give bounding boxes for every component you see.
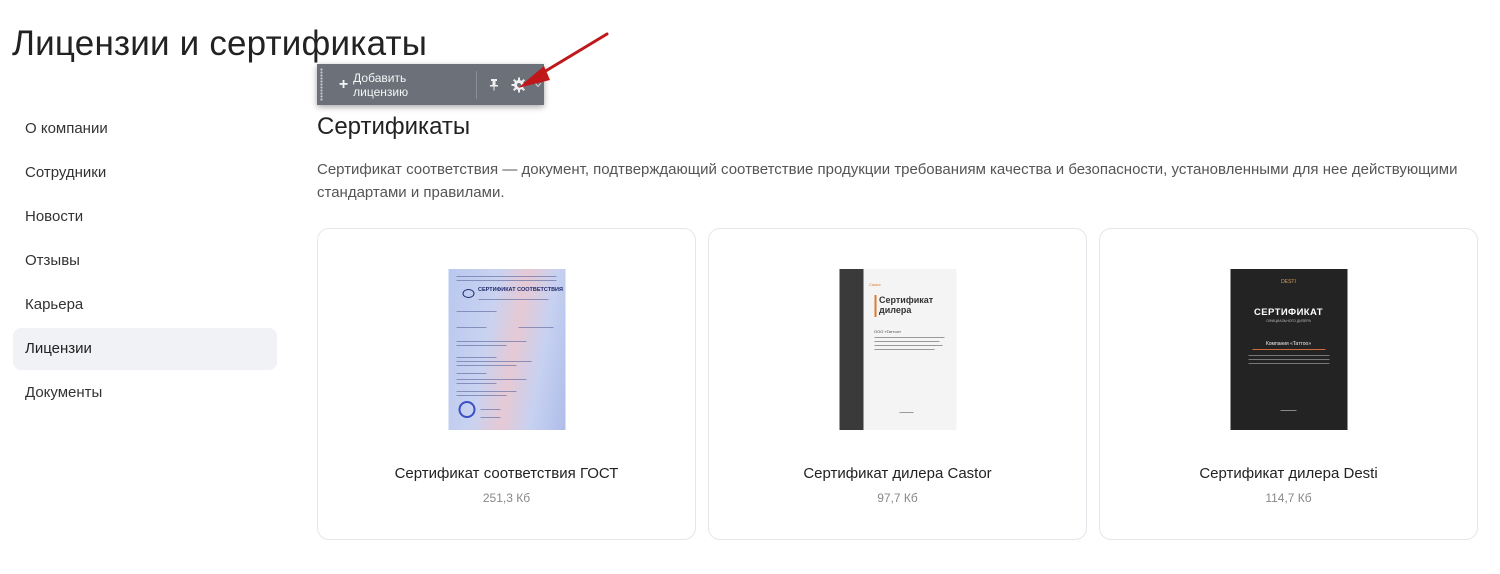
admin-toolbar: + Добавить лицензию: [317, 64, 544, 105]
certificate-name[interactable]: Сертификат дилера Castor: [709, 465, 1086, 482]
thumb-heading: СЕРТИФИКАТ: [1254, 307, 1323, 318]
plus-icon: +: [338, 75, 349, 93]
add-license-label: Добавить лицензию: [353, 70, 409, 99]
thumb-brand: DESTI: [1281, 279, 1296, 285]
sidebar-item-career[interactable]: Карьера: [13, 284, 277, 326]
certificate-card[interactable]: Castor Сертификат дилера ООО «Taттoo» Се…: [708, 228, 1087, 540]
sidebar-item-reviews[interactable]: Отзывы: [13, 240, 277, 282]
thumb-subheading: ОФИЦИАЛЬНОГО ДИЛЕРА: [1266, 319, 1311, 323]
sidebar-item-staff[interactable]: Сотрудники: [13, 152, 277, 194]
file-size: 114,7 Кб: [1265, 491, 1312, 505]
certificate-card[interactable]: DESTI СЕРТИФИКАТ ОФИЦИАЛЬНОГО ДИЛЕРА Ком…: [1099, 228, 1478, 540]
section-title: Сертификаты: [317, 113, 471, 140]
chevron-down-icon: [535, 82, 542, 87]
thumb-heading: Сертификат дилера: [879, 295, 934, 315]
stamp-icon: [458, 401, 475, 418]
certificate-thumbnail[interactable]: СЕРТИФИКАТ СООТВЕТСТВИЯ: [448, 269, 565, 430]
sidebar-item-about[interactable]: О компании: [13, 108, 277, 150]
certificate-name[interactable]: Сертификат дилера Desti: [1100, 465, 1477, 482]
thumb-company: Компания «Taттoo»: [1265, 341, 1312, 347]
sidebar-item-news[interactable]: Новости: [13, 196, 277, 238]
sidebar-item-documents[interactable]: Документы: [13, 372, 277, 414]
settings-button[interactable]: [507, 64, 533, 105]
gost-logo-icon: [462, 289, 474, 298]
sidebar-nav: О компании Сотрудники Новости Отзывы Кар…: [13, 108, 277, 416]
thumb-brand: Castor: [869, 282, 881, 287]
certificate-name[interactable]: Сертификат соответствия ГОСТ: [318, 465, 695, 482]
sidebar-item-licenses[interactable]: Лицензии: [13, 328, 277, 370]
file-size: 97,7 Кб: [877, 491, 918, 505]
page-title: Лицензии и сертификаты: [12, 24, 428, 63]
toolbar-divider: [476, 70, 478, 99]
pin-button[interactable]: [481, 64, 507, 105]
thumb-heading: СЕРТИФИКАТ СООТВЕТСТВИЯ: [478, 287, 563, 293]
thumb-company: ООО «Taттoo»: [874, 329, 902, 334]
section-description: Сертификат соответствия — документ, подт…: [317, 161, 1458, 201]
certificate-card[interactable]: СЕРТИФИКАТ СООТВЕТСТВИЯ Сертификат соотв…: [317, 228, 696, 540]
certificate-thumbnail[interactable]: DESTI СЕРТИФИКАТ ОФИЦИАЛЬНОГО ДИЛЕРА Ком…: [1230, 269, 1347, 430]
signature-icon: [1280, 401, 1296, 411]
add-license-button[interactable]: + Добавить лицензию: [327, 64, 474, 105]
signature-icon: [899, 403, 913, 413]
settings-dropdown[interactable]: [532, 64, 544, 105]
drag-handle[interactable]: [317, 64, 327, 105]
pin-icon: [489, 79, 498, 91]
file-size: 251,3 Кб: [482, 491, 531, 505]
gear-icon: [511, 77, 527, 92]
certificates-grid: СЕРТИФИКАТ СООТВЕТСТВИЯ Сертификат соотв…: [317, 228, 1478, 540]
certificate-thumbnail[interactable]: Castor Сертификат дилера ООО «Taттoo»: [839, 269, 956, 430]
